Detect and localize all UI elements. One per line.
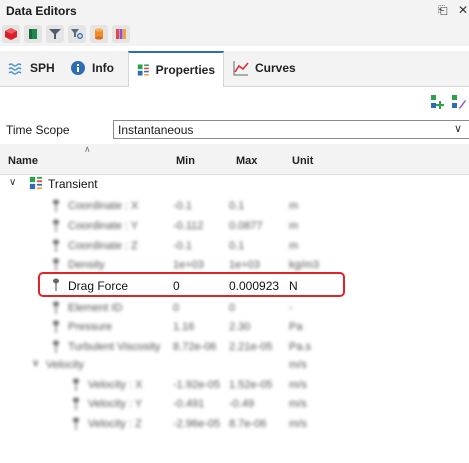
row-name: Velocity : Z [88, 418, 142, 430]
waves-icon [8, 63, 22, 75]
row-name: Velocity : X [88, 379, 143, 391]
row-min: 8.72e-06 [173, 341, 217, 353]
tab-label: SPH [30, 61, 55, 75]
highlight-box [38, 272, 345, 297]
row-max: 2.21e-05 [229, 341, 273, 353]
row-unit: Pa [289, 321, 303, 333]
row-max: 0.1 [229, 240, 245, 252]
line-chart-icon [233, 61, 249, 76]
row-max: 1.52e-05 [229, 379, 273, 391]
row-unit: m/s [289, 379, 307, 391]
column-header-name[interactable]: Name [8, 155, 38, 167]
row-max: 8.7e-06 [229, 418, 267, 430]
row-name: Pressure [68, 321, 113, 333]
add-property-icon[interactable] [430, 94, 446, 110]
row-unit: Pa.s [289, 341, 312, 353]
row-unit: m [289, 200, 299, 212]
row-unit: m/s [289, 398, 307, 410]
tab-label: Properties [155, 63, 215, 77]
chevron-down-icon[interactable]: ∨ [9, 177, 16, 188]
color-palette-icon[interactable] [112, 25, 130, 43]
chevron-down-icon[interactable]: ∨ [454, 122, 462, 135]
row-unit: - [289, 302, 293, 314]
row-unit: m/s [289, 359, 307, 371]
toolbar [0, 22, 469, 46]
sort-caret-icon[interactable]: ∧ [84, 144, 91, 155]
cylinder-icon[interactable] [90, 25, 108, 43]
pin-icon [53, 219, 59, 232]
row-min: -0.1 [173, 200, 192, 212]
row-unit: kg/m3 [289, 259, 319, 271]
pin-icon [73, 397, 79, 410]
column-header-min[interactable]: Min [176, 155, 195, 167]
tab-label: Info [92, 61, 114, 75]
row-min: 1e+03 [173, 259, 204, 271]
pin-icon [73, 378, 79, 391]
row-min: -0.112 [173, 220, 204, 232]
green-flag-icon[interactable] [24, 25, 42, 43]
row-name: Turbulent Viscosity [68, 341, 161, 353]
funnel-icon[interactable] [46, 25, 64, 43]
window-title: Data Editors [6, 4, 77, 18]
time-scope-select[interactable]: Instantaneous ∨ [113, 120, 469, 139]
pin-icon [53, 340, 59, 353]
row-name: Density [68, 259, 105, 271]
red-cube-icon[interactable] [2, 25, 20, 43]
properties-icon [137, 64, 149, 76]
row-name: Element ID [68, 302, 123, 314]
column-header-max[interactable]: Max [236, 155, 257, 167]
tab-label: Curves [255, 61, 296, 75]
restore-icon[interactable]: ⎗ [438, 3, 448, 18]
row-min: -2.96e-05 [173, 418, 221, 430]
row-name: Coordinate : X [68, 200, 139, 212]
pin-icon [73, 417, 79, 430]
row-min: 1.16 [173, 321, 195, 333]
row-min: -0.1 [173, 240, 192, 252]
row-max: 0.1 [229, 200, 245, 212]
row-name: Coordinate : Y [68, 220, 139, 232]
row-max: 0 [229, 302, 236, 314]
row-max: -0.49 [229, 398, 255, 410]
row-min: 0 [173, 302, 180, 314]
close-icon[interactable]: ✕ [458, 3, 468, 17]
time-scope-label: Time Scope [6, 123, 70, 137]
tab-bar: SPH Info Properties Curves [0, 51, 469, 87]
tab-info[interactable]: Info [62, 51, 122, 85]
pin-icon [53, 199, 59, 212]
row-min: -0.491 [173, 398, 205, 410]
grid-header: ∧ Name Min Max Unit [0, 144, 469, 175]
group-row-transient[interactable]: ∨ Transient [0, 173, 469, 196]
row-name: Coordinate : Z [68, 240, 138, 252]
row-max: 2.30 [229, 321, 251, 333]
info-icon [71, 61, 85, 75]
row-unit: m/s [289, 418, 307, 430]
group-label: Transient [48, 177, 98, 191]
tab-properties[interactable]: Properties [128, 51, 224, 87]
row-min: -1.92e-05 [173, 379, 221, 391]
chevron-down-icon[interactable]: ∨ [32, 358, 39, 369]
row-name: Velocity [46, 359, 84, 371]
pin-icon [53, 239, 59, 252]
column-header-unit[interactable]: Unit [292, 155, 313, 167]
tab-curves[interactable]: Curves [225, 51, 304, 85]
row-max: 0.0877 [229, 220, 263, 232]
tab-sph[interactable]: SPH [0, 51, 63, 85]
edit-property-icon[interactable] [451, 94, 467, 110]
pin-icon [53, 258, 59, 271]
filter-search-icon[interactable] [68, 25, 86, 43]
time-scope-value: Instantaneous [118, 123, 194, 137]
row-unit: m [289, 240, 299, 252]
properties-icon [29, 176, 43, 190]
title-bar: Data Editors ⎗ ✕ [0, 0, 469, 22]
row-unit: m [289, 220, 299, 232]
pin-icon [53, 320, 59, 333]
row-max: 1e+03 [229, 259, 260, 271]
table-row[interactable]: Velocity : Z -2.96e-05 8.7e-06 m/s [0, 413, 469, 436]
pin-icon [53, 301, 59, 314]
row-name: Velocity : Y [88, 398, 143, 410]
